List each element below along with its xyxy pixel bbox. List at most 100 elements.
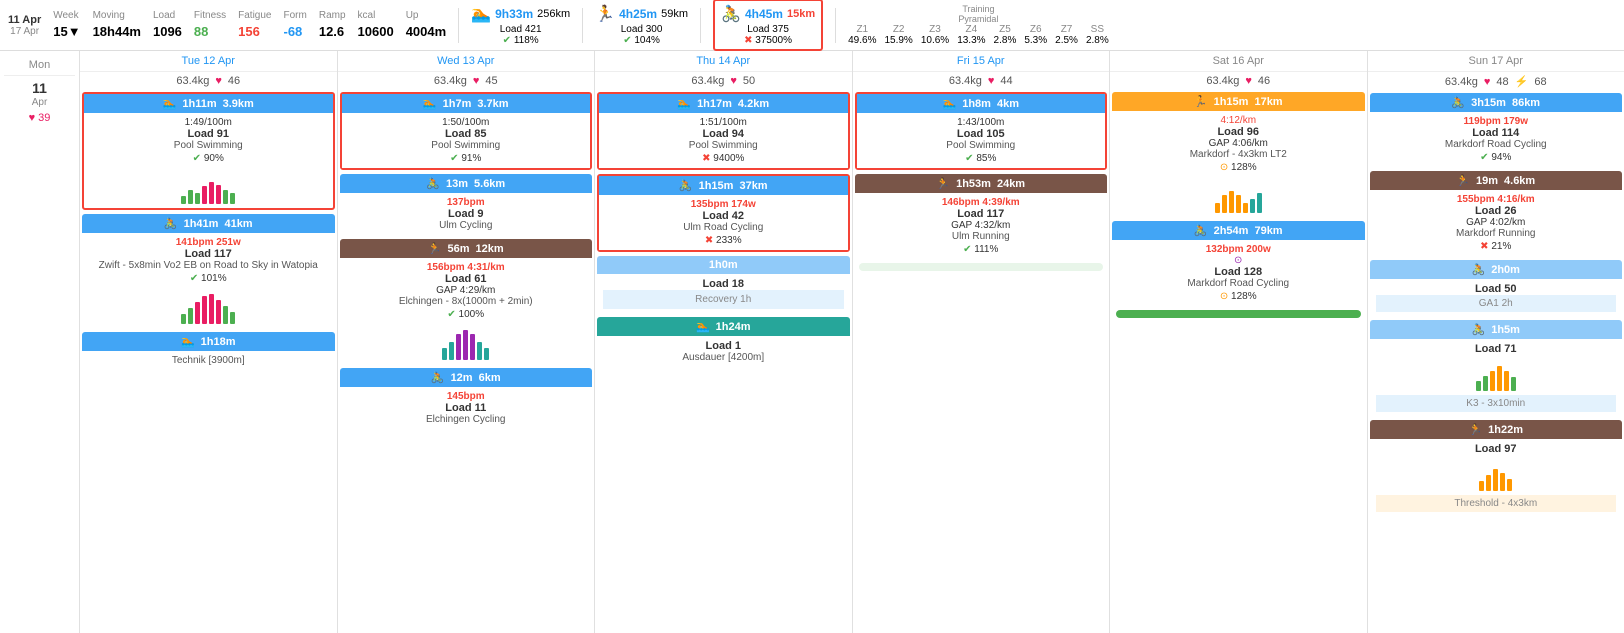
thu-swim-block[interactable]: 🏊 1h17m 4.2km 1:51/100m Load 94 Pool Swi… [597,92,850,170]
kcal-value: 10600 [358,23,394,41]
bar [1243,203,1248,213]
wed-bike2-name: Elchingen Cycling [346,414,587,425]
sun-bike2-block[interactable]: 🚴 2h0m Load 50 GA1 2h [1370,260,1623,316]
sun-bike3-time: 1h5m [1491,324,1520,336]
tue-bike-header: 🚴 1h41m 41km [82,214,335,233]
sun-run2-bars [1376,455,1617,495]
sat-run-body: 4:12/km Load 96 GAP 4:06/km Markdorf - 4… [1112,111,1365,177]
run-icon-sun2: 🏃 [1468,423,1482,436]
sat-run-block[interactable]: 🏃 1h15m 17km 4:12/km Load 96 GAP 4:06/km… [1112,92,1365,217]
tue-bike-bpm: 141bpm 251w [88,237,329,248]
wed-swim-dist: 3.7km [477,98,508,110]
thu-heart-val: 50 [743,75,755,87]
mon-date: 11 Apr [4,76,75,112]
fri-run-bpm: 146bpm 4:39/km [861,197,1102,208]
tue-bike-block[interactable]: 🚴 1h41m 41km 141bpm 251w Load 117 Zwift … [82,214,335,328]
tue-swim2-block[interactable]: 🏊 1h18m Technik [3900m] [82,332,335,370]
tue-swim2-body: Technik [3900m] [82,351,335,370]
fri-run-name: Ulm Running [861,231,1102,242]
sat-run-load: Load 96 [1118,126,1359,138]
sun-bike3-load: Load 71 [1376,343,1617,355]
sun-bike-load: Load 114 [1376,127,1617,139]
tue-swim2-time: 1h18m [201,336,236,348]
wed-bike2-time: 12m [451,372,473,384]
fri-swim-block[interactable]: 🏊 1h8m 4km 1:43/100m Load 105 Pool Swimm… [855,92,1108,170]
day-col-fri: Fri 15 Apr 63.4kg ♥ 44 🏊 1h8m 4km 1:43/1… [853,51,1111,633]
sun-bike-name: Markdorf Road Cycling [1376,139,1617,150]
tue-swim-header: 🏊 1h11m 3.9km [84,94,333,113]
bike-dist: 15km [787,8,815,20]
fri-swim-body: 1:43/100m Load 105 Pool Swimming ✔ 85% [857,113,1106,168]
fri-run-header: 🏃 1h53m 24km [855,174,1108,193]
bar [195,193,200,204]
sun-bike2-header: 🚴 2h0m [1370,260,1623,279]
sun-run-block[interactable]: 🏃 19m 4.6km 155bpm 4:16/km Load 26 GAP 4… [1370,171,1623,256]
swim-summary: 🏊 9h33m 256km Load 421 ✔ 118% [471,4,570,46]
day-col-wed: Wed 13 Apr 63.4kg ♥ 45 🏊 1h7m 3.7km 1:50… [338,51,596,633]
swim-icon-t: 🏊 [181,335,195,348]
wed-run-body: 156bpm 4:31/km Load 61 GAP 4:29/km Elchi… [340,258,593,324]
bar [1511,377,1516,391]
wed-swim-block[interactable]: 🏊 1h7m 3.7km 1:50/100m Load 85 Pool Swim… [340,92,593,170]
wed-heart-icon: ♥ [473,75,480,87]
bar [216,300,221,324]
bar [223,190,228,204]
sat-heart-icon: ♥ [1245,75,1252,87]
fri-run-block[interactable]: 🏃 1h53m 24km 146bpm 4:39/km Load 117 GAP… [855,174,1108,275]
sun-weight: 63.4kg ♥ 48 ⚡ 68 [1368,72,1624,91]
sun-bike3-block[interactable]: 🚴 1h5m Load 71 K3 - 3x10min [1370,320,1623,416]
sun-run-dist: 4.6km [1504,175,1535,187]
tue-weight: 63.4kg ♥ 46 [80,72,337,90]
bar [1257,193,1262,213]
sun-run2-block[interactable]: 🏃 1h22m Load 97 Threshold - 4x3km [1370,420,1623,516]
thu-swim2-block[interactable]: 🏊 1h24m Load 1 Ausdauer [4200m] [597,317,850,367]
bar [230,312,235,324]
bar [477,342,482,360]
sun-run2-load: Load 97 [1376,443,1617,455]
sun-run-name: Markdorf Running [1376,228,1617,239]
thu-bike-block[interactable]: 🚴 1h15m 37km 135bpm 174w Load 42 Ulm Roa… [597,174,850,252]
bar [195,302,200,324]
sun-run-header: 🏃 19m 4.6km [1370,171,1623,190]
tue-weight-val: 63.4kg [176,75,209,87]
divider-1 [458,8,459,43]
sun-bike-block[interactable]: 🚴 3h15m 86km 119bpm 179w Load 114 Markdo… [1370,93,1623,167]
wed-bike2-dist: 6km [479,372,501,384]
fitness-value: 88 [194,23,226,41]
thu-recovery-block[interactable]: 1h0m Load 18 Recovery 1h [597,256,850,313]
sat-bike-block[interactable]: 🚴 2h54m 79km 132bpm 200w ⊙ Load 128 Mark… [1112,221,1365,322]
wed-run-bars [340,324,593,364]
up-value: 4004m [406,23,446,41]
sun-bike3-name: K3 - 3x10min [1376,395,1617,412]
tue-bike-time: 1h41m [184,218,219,230]
swim-icon-s: 🏊 [163,97,177,110]
wed-bike-load: Load 9 [346,208,587,220]
wed-run-block[interactable]: 🏃 56m 12km 156bpm 4:31/km Load 61 GAP 4:… [340,239,593,364]
tue-swim-time: 1h11m [182,98,216,110]
day-col-sat: Sat 16 Apr 63.4kg ♥ 46 🏃 1h15m 17km 4:12… [1110,51,1368,633]
sun-bike-status: ✔ 94% [1376,152,1617,163]
wed-bike-dist: 5.6km [474,178,505,190]
sun-bike-time: 3h15m [1471,97,1506,109]
bar [223,306,228,324]
wed-bike2-block[interactable]: 🚴 12m 6km 145bpm Load 11 Elchingen Cycli… [340,368,593,429]
sun-run-load: Load 26 [1376,205,1617,217]
wed-run-header: 🏃 56m 12km [340,239,593,258]
sun-bike-body: 119bpm 179w Load 114 Markdorf Road Cycli… [1370,112,1623,167]
sat-run-pace: 4:12/km [1118,115,1359,126]
bar [1236,195,1241,213]
bar [181,196,186,204]
run-dist: 59km [661,8,688,20]
tue-swim-block[interactable]: 🏊 1h11m 3.9km 1:49/100m Load 91 Pool Swi… [82,92,335,210]
thu-bike-time: 1h15m [699,180,734,192]
wed-bike-block[interactable]: 🚴 13m 5.6km 137bpm Load 9 Ulm Cycling [340,174,593,235]
bar [1483,376,1488,391]
wed-bike-time: 13m [446,178,468,190]
bike-icon-s: 🚴 [1194,224,1208,237]
fri-run-status: ✔ 111% [861,244,1102,255]
swim-time: 9h33m [495,7,533,21]
run-icon-sun: 🏃 [1456,174,1470,187]
sun-bike3-bars [1376,355,1617,395]
tue-swim-load: Load 91 [90,128,327,140]
sun-run2-body: Load 97 Threshold - 4x3km [1370,439,1623,516]
